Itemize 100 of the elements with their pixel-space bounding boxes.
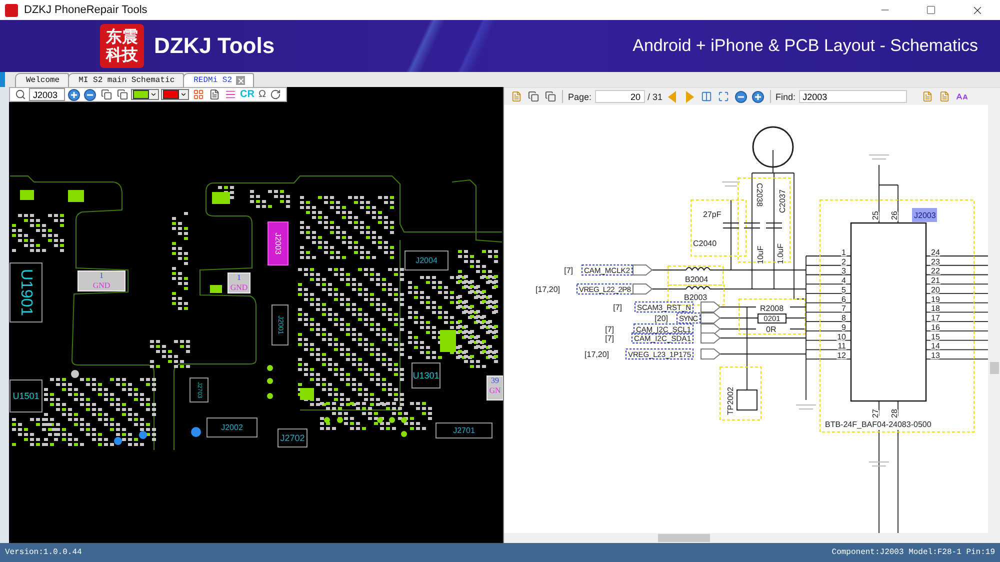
omega-button[interactable]: Ω: [257, 89, 267, 100]
pin-number: 22: [931, 266, 940, 276]
caret-icon[interactable]: [180, 91, 187, 98]
component-pad: [300, 388, 314, 400]
pin-number: 7: [842, 304, 846, 314]
page-reference: [20]: [654, 314, 668, 323]
test-pad: [401, 431, 407, 437]
zoom-out-icon[interactable]: [83, 88, 97, 102]
connector-reference[interactable]: J2003: [912, 208, 937, 222]
pin-number: 5: [842, 285, 846, 294]
component-pad: [212, 192, 230, 204]
horizontal-scrollbar[interactable]: [504, 533, 988, 543]
logo: 东震 科技: [100, 24, 144, 68]
pad-cluster-drawing: [12, 214, 64, 252]
ground-pad[interactable]: 39 GN: [486, 376, 503, 400]
page-reference: [7]: [613, 303, 622, 312]
fit-width-icon[interactable]: [700, 90, 714, 104]
connector-footprint[interactable]: J2003: [268, 222, 288, 266]
test-point-symbol: [736, 390, 758, 410]
pin-number: 15: [931, 332, 940, 342]
window-title: DZKJ PhoneRepair Tools: [24, 4, 148, 16]
refresh-icon[interactable]: [268, 88, 283, 102]
maximize-icon[interactable]: [926, 5, 936, 15]
zoom-out-icon[interactable]: [734, 90, 748, 104]
component-reference: B2003: [684, 293, 708, 302]
layer-color-dropdown[interactable]: [131, 89, 159, 100]
connector-footprint[interactable]: J2004: [404, 250, 448, 270]
ground-pad[interactable]: 1 GND: [78, 270, 126, 292]
page-reference: [17,20]: [536, 285, 560, 294]
page-label: Page:: [568, 92, 592, 102]
component-reference: C2038: [755, 183, 764, 207]
page-reference: [7]: [564, 266, 573, 275]
port-flag: [700, 332, 721, 344]
test-pad: [267, 393, 273, 399]
copy-icon[interactable]: [99, 88, 113, 102]
fit-page-icon[interactable]: [716, 90, 731, 104]
zoom-in-icon[interactable]: [67, 88, 81, 102]
pin-number: 16: [931, 322, 940, 332]
zoom-in-icon[interactable]: [750, 90, 765, 104]
copy-icon[interactable]: [115, 88, 129, 102]
connector-footprint[interactable]: J2701: [436, 422, 492, 438]
pin-number: 9: [842, 322, 846, 332]
pin-number: 3: [842, 266, 846, 276]
ground-pad[interactable]: 1 GND: [228, 272, 250, 294]
pin-number: 19: [931, 294, 940, 304]
caret-icon[interactable]: [150, 91, 157, 98]
find-field[interactable]: J2003: [798, 90, 907, 103]
pin-number: 27: [871, 409, 880, 418]
document-tab[interactable]: MI S2 main Schematic: [68, 73, 184, 87]
pin-number: 21: [931, 276, 940, 286]
port-flag: [700, 324, 721, 334]
via: [191, 427, 201, 437]
search-icon[interactable]: [13, 88, 27, 102]
pin-number: 25: [871, 211, 880, 220]
pin-number: 14: [931, 342, 940, 351]
chip-footprint[interactable]: U1301: [412, 362, 440, 388]
component-reference: TP2002: [726, 386, 735, 415]
capacitor-symbol: [766, 222, 782, 228]
bead-symbol: [686, 286, 710, 290]
pin-number: 18: [931, 304, 940, 314]
test-pad: [324, 417, 330, 423]
chip-footprint[interactable]: U1501: [10, 380, 42, 412]
test-pad: [337, 417, 343, 423]
version-text: Version:1.0.0.44: [5, 548, 82, 557]
component-reference: B2004: [685, 275, 708, 284]
find-label: Find:: [776, 92, 796, 102]
component-value: 1.0uF: [776, 244, 785, 264]
vertical-scrollbar[interactable]: [988, 105, 1000, 543]
page-reference: [17,20]: [584, 350, 609, 359]
copy-icon[interactable]: [526, 90, 540, 104]
pin-number: 11: [838, 342, 846, 351]
tab-close-button[interactable]: [236, 76, 246, 85]
brand-name: DZKJ Tools: [154, 33, 276, 59]
pin-number: 24: [931, 248, 940, 257]
via: [71, 370, 79, 378]
part-number: BTB-24F_BAF04-24083-0500: [825, 420, 932, 429]
pin-number: 12: [837, 351, 846, 360]
port-flag: [632, 264, 653, 276]
grid-icon[interactable]: [191, 88, 205, 102]
page-field[interactable]: 20: [594, 90, 645, 103]
document-tab[interactable]: REDMi S2: [182, 73, 254, 87]
page-reference: [7]: [605, 334, 614, 343]
component-pad: [440, 330, 456, 352]
connector-footprint[interactable]: J2002: [206, 418, 258, 438]
chip-footprint[interactable]: U1901: [10, 262, 42, 322]
via: [139, 431, 147, 439]
pin-number: 2: [842, 257, 846, 266]
test-pad: [267, 365, 273, 371]
search-field[interactable]: J2003: [29, 88, 65, 101]
document-tab[interactable]: Welcome: [15, 73, 69, 87]
component-value: 0R: [766, 325, 776, 334]
copy-icon[interactable]: [543, 90, 557, 104]
capacitor-symbol: [744, 222, 760, 228]
component-reference: R2008: [760, 304, 784, 313]
pin-number: 23: [931, 257, 940, 266]
layer-color-dropdown[interactable]: [161, 89, 189, 100]
app-icon: [5, 4, 18, 16]
port-flag: [632, 284, 653, 294]
pin-number: 26: [890, 211, 899, 220]
connector-footprint[interactable]: J2702: [278, 428, 308, 448]
